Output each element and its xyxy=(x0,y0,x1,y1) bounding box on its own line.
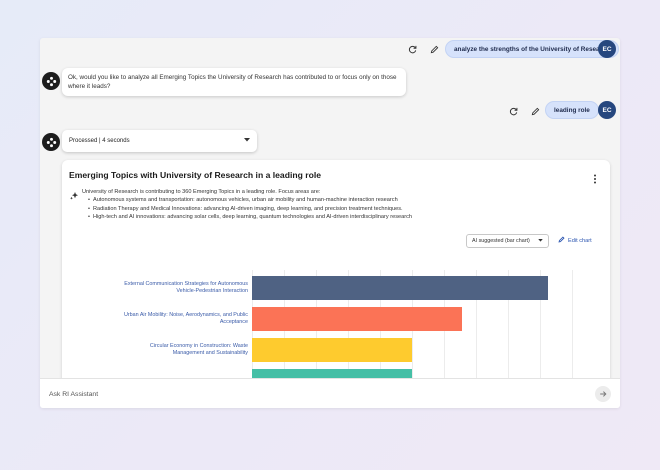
bar-chart: External Communication Strategies for Au… xyxy=(62,260,610,378)
category-label: Urban Air Mobility: Noise, Aerodynamics,… xyxy=(123,312,248,325)
chat-area: analyze the strengths of the University … xyxy=(40,38,620,378)
user-message: leading role xyxy=(545,101,599,119)
summary: University of Research is contributing t… xyxy=(82,188,582,221)
chart-bar[interactable] xyxy=(252,338,412,362)
chart-type-value: AI suggested (bar chart) xyxy=(472,238,530,244)
chart-gridline xyxy=(572,270,573,378)
arrow-right-icon xyxy=(599,385,607,403)
chart-bar[interactable] xyxy=(252,369,412,378)
edit-chart-label: Edit chart xyxy=(568,237,592,244)
message-actions xyxy=(406,43,440,55)
category-label: External Communication Strategies for Au… xyxy=(124,281,248,294)
summary-intro: University of Research is contributing t… xyxy=(82,189,321,195)
input-bar xyxy=(40,378,620,408)
assistant-message: Ok, would you like to analyze all Emergi… xyxy=(62,68,406,96)
focus-area-list: Autonomous systems and transportation: a… xyxy=(82,196,582,221)
list-item: High-tech and AI innovations: advancing … xyxy=(88,213,582,221)
chevron-down-icon xyxy=(538,238,543,244)
result-card: Emerging Topics with University of Resea… xyxy=(62,160,610,378)
assistant-window: analyze the strengths of the University … xyxy=(40,38,620,408)
more-options-icon[interactable] xyxy=(592,171,598,184)
assistant-logo-icon xyxy=(42,133,60,151)
list-item: Radiation Therapy and Medical Innovation… xyxy=(88,205,582,213)
chat-input[interactable] xyxy=(44,384,574,404)
chevron-down-icon xyxy=(244,138,250,144)
pencil-icon[interactable] xyxy=(428,43,440,55)
avatar[interactable]: EC xyxy=(598,40,616,58)
avatar[interactable]: EC xyxy=(598,101,616,119)
send-button[interactable] xyxy=(595,386,611,402)
processed-status: Processed | 4 seconds xyxy=(69,138,130,144)
sparkle-icon xyxy=(69,188,79,206)
category-label: Circular Economy in Construction: Waste … xyxy=(149,343,248,356)
pencil-icon[interactable] xyxy=(529,105,541,117)
chart-type-select[interactable]: AI suggested (bar chart) xyxy=(466,234,549,248)
refresh-icon[interactable] xyxy=(507,105,519,117)
chart-bar[interactable] xyxy=(252,276,548,300)
card-title: Emerging Topics with University of Resea… xyxy=(69,170,321,180)
assistant-logo-icon xyxy=(42,72,60,90)
pencil-icon xyxy=(558,236,565,245)
user-message: analyze the strengths of the University … xyxy=(445,40,619,58)
refresh-icon[interactable] xyxy=(406,43,418,55)
list-item: Autonomous systems and transportation: a… xyxy=(88,196,582,204)
edit-chart-button[interactable]: Edit chart xyxy=(558,236,592,245)
chart-bar[interactable] xyxy=(252,307,462,331)
message-actions xyxy=(507,105,541,117)
processed-dropdown[interactable]: Processed | 4 seconds xyxy=(62,130,257,152)
